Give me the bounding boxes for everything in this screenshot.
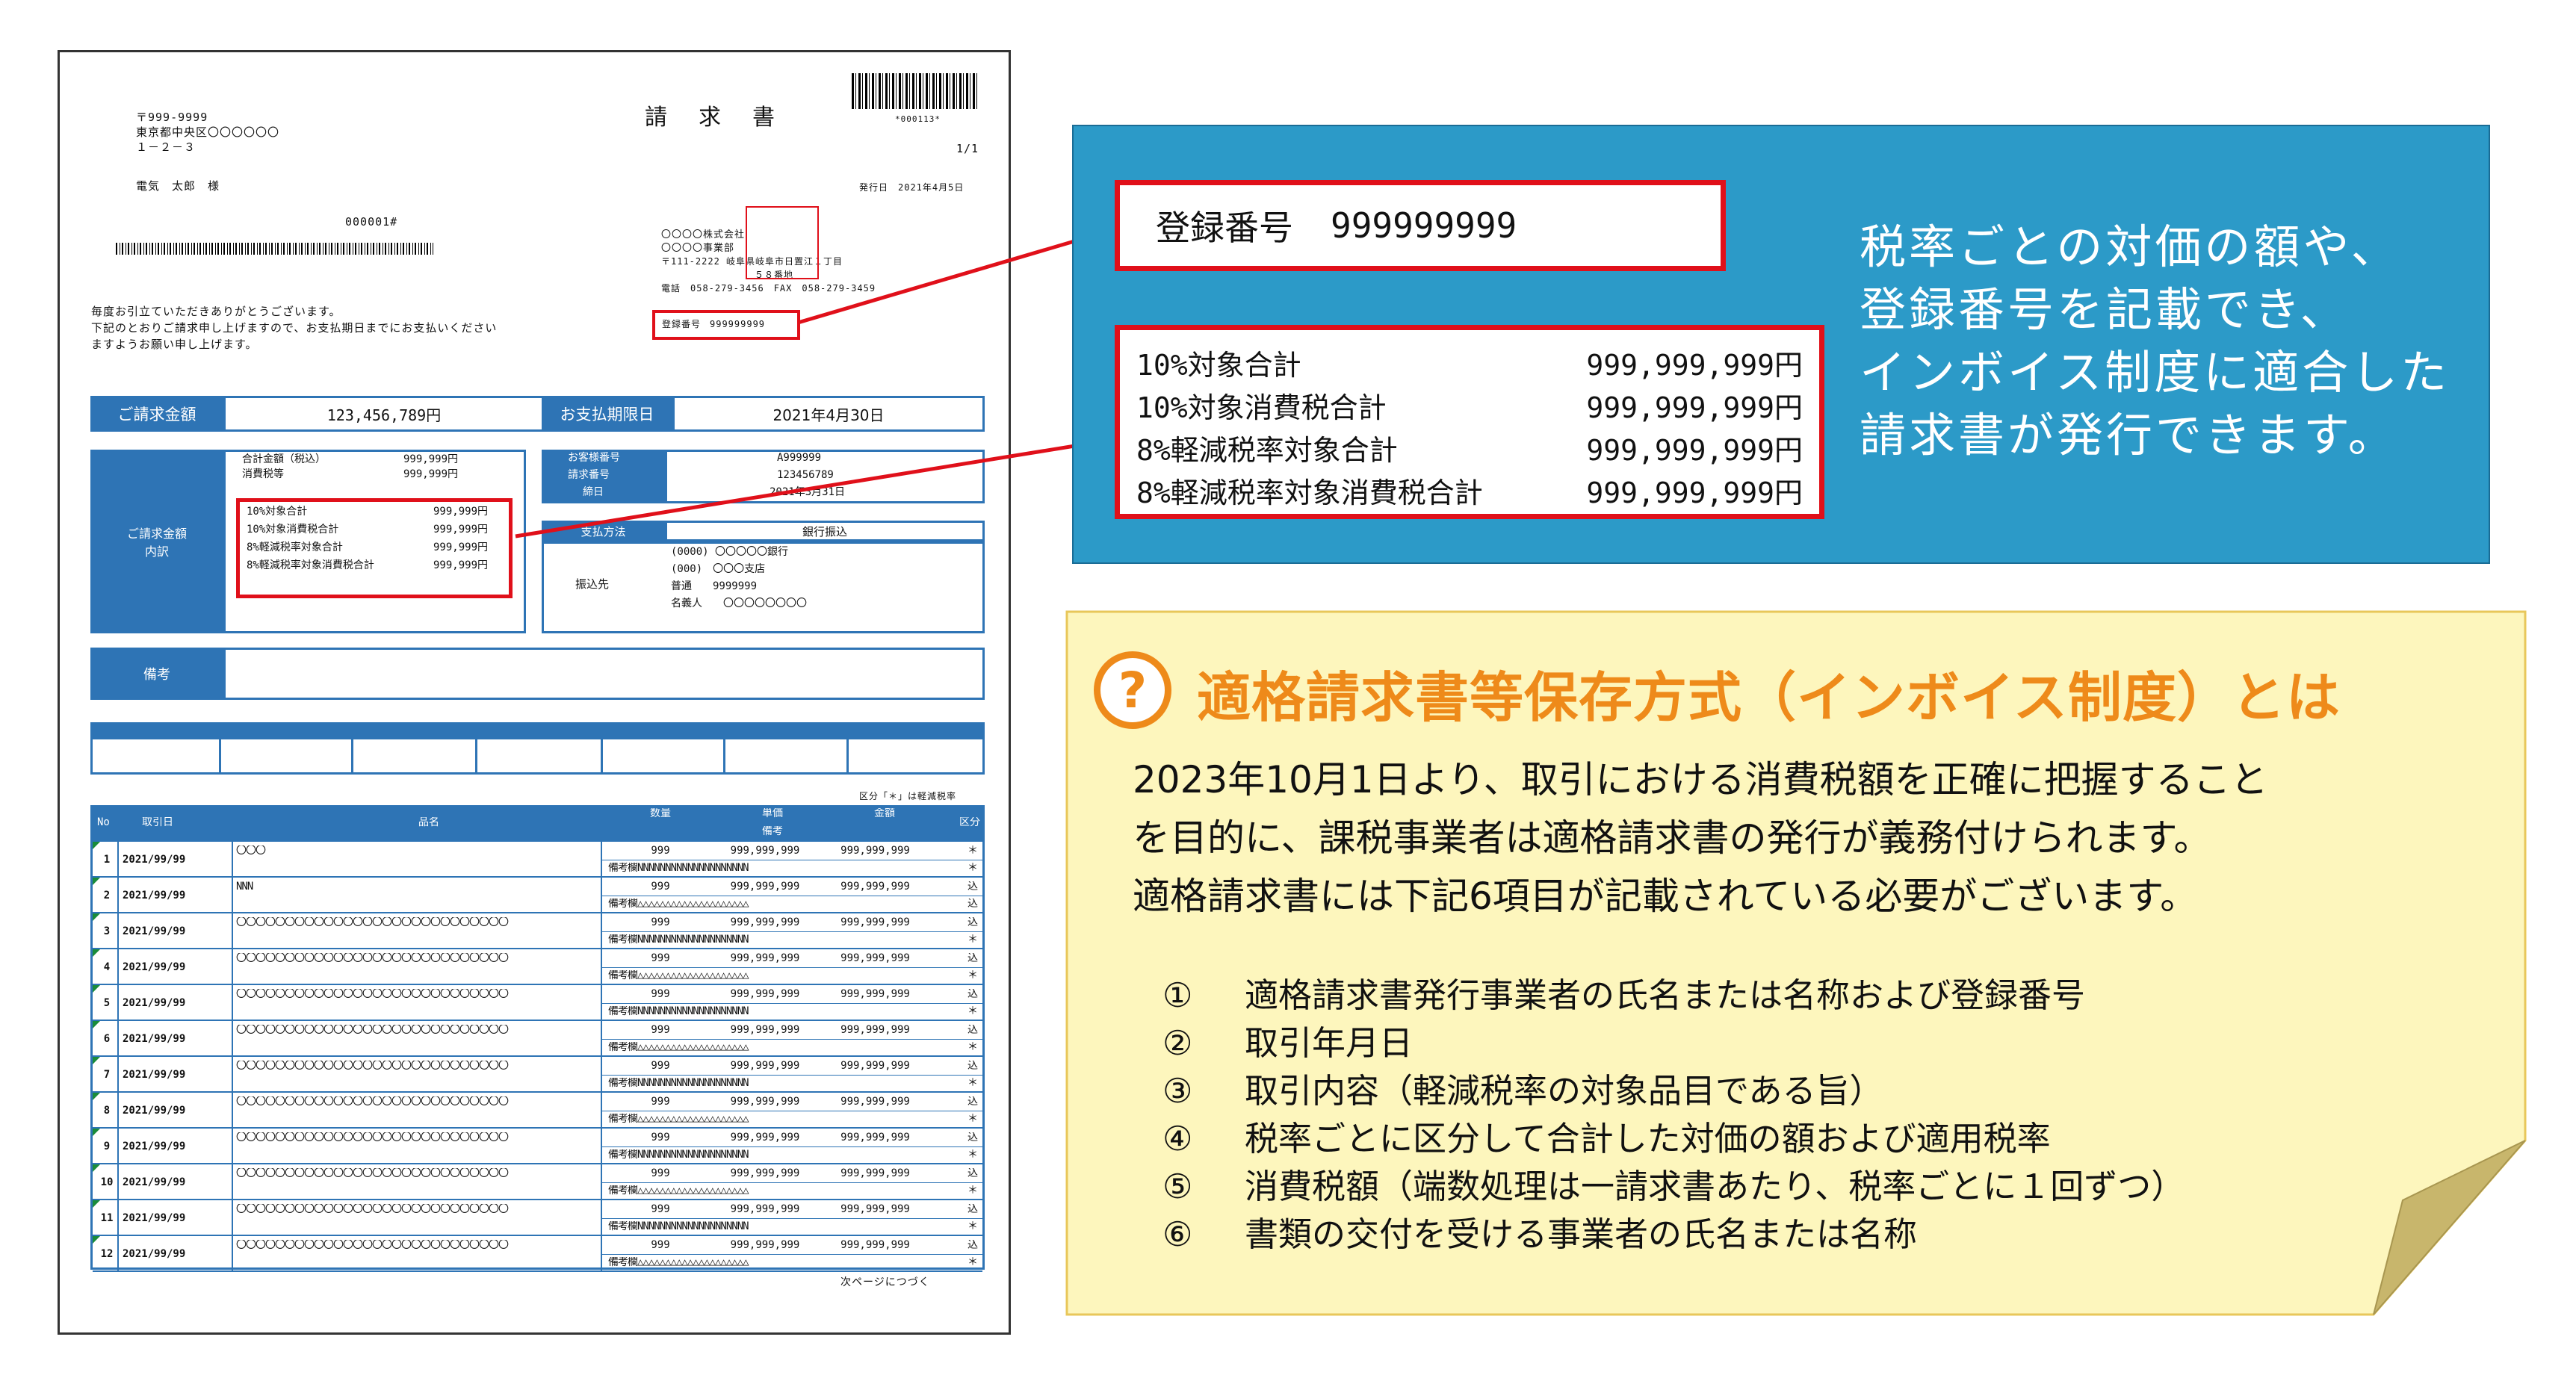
callout-tax-row-2-value: 999,999,999円 [1586, 391, 1803, 424]
question-icon: ? [1094, 651, 1171, 729]
note-body: 2023年10月1日より、取引における消費税額を正確に把握すること を目的に、課… [1133, 751, 2268, 925]
note-item-3: ③ 取引内容（軽減税率の対象品目である旨） [1162, 1067, 2185, 1115]
callout-tax-row-3-value: 999,999,999円 [1586, 434, 1803, 467]
callout-tax-row-2-label: 10%対象消費税合計 [1136, 391, 1387, 424]
note-item-3-num: ③ [1162, 1071, 1193, 1111]
note-body-line-1: 2023年10月1日より、取引における消費税額を正確に把握すること [1133, 758, 2268, 801]
callout-tax-row-4: 8%軽減税率対象消費税合計 999,999,999円 [1136, 470, 1803, 512]
note-item-5: ⑤ 消費税額（端数処理は一請求書あたり、税率ごとに１回ずつ） [1162, 1163, 2185, 1211]
callout-registration-box: 登録番号 999999999 [1115, 180, 1726, 271]
note-item-4-num: ④ [1162, 1119, 1193, 1158]
callout-description: 税率ごとの対価の額や、 登録番号を記載でき、 インボイス制度に適合した 請求書が… [1860, 216, 2450, 467]
note-item-2-num: ② [1162, 1023, 1193, 1063]
callout-description-line-4: 請求書が発行できます。 [1860, 408, 2397, 462]
invoice-system-note: ? 適格請求書等保存方式（インボイス制度）とは 2023年10月1日より、取引に… [1065, 610, 2527, 1316]
note-item-6-text: 書類の交付を受ける事業者の氏名または名称 [1245, 1214, 1918, 1254]
callout-tax-row-3: 8%軽減税率対象合計 999,999,999円 [1136, 427, 1803, 470]
note-item-6-num: ⑥ [1162, 1214, 1193, 1254]
arrow-to-registration [797, 222, 1115, 325]
note-item-5-num: ⑤ [1162, 1167, 1193, 1206]
note-body-line-2: を目的に、課税事業者は適格請求書の発行が義務付けられます。 [1133, 816, 2211, 860]
callout-description-line-2: 登録番号を記載でき、 [1860, 282, 2350, 337]
note-item-2: ② 取引年月日 [1162, 1020, 2185, 1067]
note-item-4-text: 税率ごとに区分して合計した対価の額および適用税率 [1245, 1119, 2051, 1158]
callout-tax-row-4-value: 999,999,999円 [1586, 477, 1803, 509]
note-item-4: ④ 税率ごとに区分して合計した対価の額および適用税率 [1162, 1115, 2185, 1163]
callout-registration-label: 登録番号 [1156, 208, 1293, 248]
note-item-3-text: 取引内容（軽減税率の対象品目である旨） [1245, 1071, 1883, 1111]
callout-tax-row-2: 10%対象消費税合計 999,999,999円 [1136, 385, 1803, 427]
callout-tax-row-1-label: 10%対象合計 [1136, 349, 1301, 382]
callout-tax-box: 10%対象合計 999,999,999円 10%対象消費税合計 999,999,99… [1115, 325, 1824, 519]
arrow-to-tax-summary [515, 426, 1115, 539]
note-item-6: ⑥ 書類の交付を受ける事業者の氏名または名称 [1162, 1211, 2185, 1259]
note-title: 適格請求書等保存方式（インボイス制度）とは [1197, 666, 2341, 729]
note-item-2-text: 取引年月日 [1245, 1023, 1414, 1063]
note-body-line-3: 適格請求書には下記6項目が記載されている必要がございます。 [1133, 875, 2198, 918]
callout-tax-row-1: 10%対象合計 999,999,999円 [1136, 342, 1803, 385]
callout-description-line-3: インボイス制度に適合した [1860, 345, 2450, 400]
note-item-1-text: 適格請求書発行事業者の氏名または名称および登録番号 [1245, 975, 2086, 1015]
callout-tax-row-1-value: 999,999,999円 [1586, 349, 1803, 382]
note-item-5-text: 消費税額（端数処理は一請求書あたり、税率ごとに１回ずつ） [1245, 1167, 2185, 1206]
note-item-1: ① 適格請求書発行事業者の氏名または名称および登録番号 [1162, 972, 2185, 1020]
callout-tax-row-4-label: 8%軽減税率対象消費税合計 [1136, 477, 1483, 509]
note-item-1-num: ① [1162, 975, 1193, 1015]
note-item-list: ① 適格請求書発行事業者の氏名または名称および登録番号 ② 取引年月日 ③ 取引内容（… [1162, 972, 2185, 1259]
feature-callout: 登録番号 999999999 10%対象合計 999,999,999円 10%対象… [1072, 125, 2490, 564]
callout-tax-row-3-label: 8%軽減税率対象合計 [1136, 434, 1398, 467]
callout-description-line-1: 税率ごとの対価の額や、 [1860, 220, 2400, 274]
callout-registration-value: 999999999 [1331, 205, 1517, 246]
question-icon-glyph: ? [1118, 661, 1148, 719]
